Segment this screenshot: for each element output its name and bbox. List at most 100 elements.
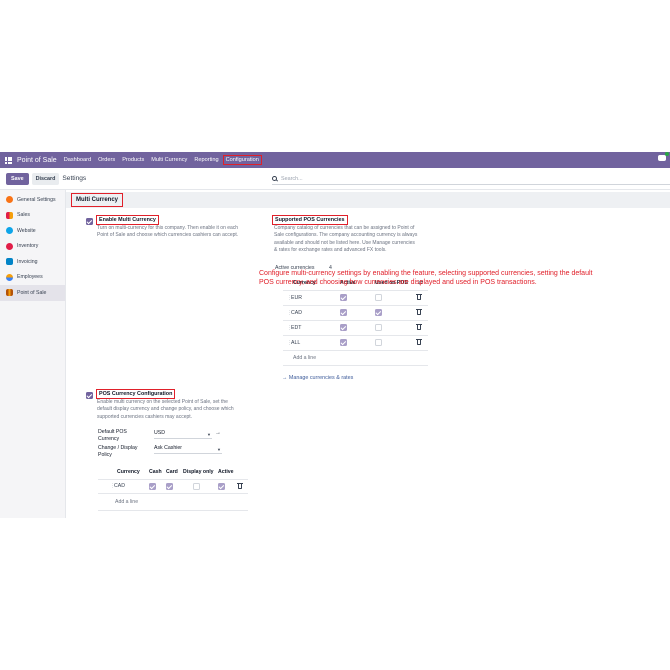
notification-dot	[665, 152, 669, 156]
cash-checkbox[interactable]	[149, 483, 156, 490]
label-line: Currency	[98, 436, 120, 443]
used-on-pos-checkbox[interactable]	[375, 324, 382, 331]
trash-icon[interactable]	[416, 323, 422, 330]
menu-configuration[interactable]: Configuration	[222, 155, 262, 165]
sidebar-item-inventory[interactable]: Inventory	[0, 239, 65, 255]
column-header-display-only[interactable]: Display only	[183, 469, 214, 475]
pos-currency-configuration-checkbox[interactable]	[86, 392, 93, 399]
table-row-currency[interactable]: CAD	[114, 483, 125, 489]
sidebar-item-point-of-sale[interactable]: Point of Sale	[0, 285, 65, 301]
section-header: Multi Currency	[66, 192, 670, 208]
add-line-button[interactable]: Add a line	[293, 355, 316, 361]
change-display-policy-select[interactable]: Ask Cashier ▼	[154, 445, 222, 454]
description-line: Turn on multi-currency for this company.…	[97, 225, 239, 231]
annotation-line: Configure multi-currency settings by ena…	[259, 270, 593, 277]
menu-orders[interactable]: Orders	[98, 157, 115, 163]
display-only-checkbox[interactable]	[193, 483, 200, 490]
manage-currencies-link[interactable]: → Manage currencies & rates	[282, 375, 353, 381]
sidebar-item-label: Point of Sale	[17, 289, 47, 296]
search-icon	[272, 176, 277, 181]
active-checkbox[interactable]	[340, 309, 347, 316]
pos-currency-configuration-description: Enable multi currency on the selected Po…	[97, 399, 234, 421]
card-checkbox[interactable]	[166, 483, 173, 490]
menu-products[interactable]: Products	[122, 157, 144, 163]
table-row-currency[interactable]: CAD	[291, 310, 302, 316]
label-line: Default POS	[98, 429, 127, 435]
app-name[interactable]: Point of Sale	[17, 157, 57, 164]
table-divider	[283, 305, 428, 306]
active-checkbox[interactable]	[340, 339, 347, 346]
apps-menu-icon[interactable]	[5, 156, 12, 164]
general-settings-icon	[6, 196, 13, 204]
inventory-icon	[6, 242, 13, 250]
sidebar-item-employees[interactable]: Employees	[0, 270, 65, 286]
app-window: Point of Sale Dashboard Orders Products …	[0, 152, 670, 518]
sidebar-item-label: Employees	[17, 274, 43, 281]
trash-icon[interactable]	[416, 293, 422, 300]
description-line: default display currency and change poli…	[97, 406, 234, 413]
description-line: Sale configurations. The company account…	[274, 232, 418, 239]
website-icon	[6, 227, 13, 235]
description-line: supported currencies cashiers may accept…	[97, 413, 193, 420]
sidebar-item-sales[interactable]: Sales	[0, 208, 65, 224]
discard-button[interactable]: Discard	[31, 172, 60, 185]
annotation-text: Configure multi-currency settings by ena…	[259, 270, 664, 287]
description-line: Enable multi currency on the selected Po…	[97, 399, 228, 405]
settings-sidebar: General Settings Sales Website Inventory…	[0, 190, 66, 518]
label-line: Change / Display	[98, 445, 138, 451]
sidebar-item-label: Inventory	[17, 243, 39, 250]
section-title: Multi Currency	[70, 193, 124, 207]
employees-icon	[6, 273, 13, 281]
table-row-currency[interactable]: EUR	[291, 295, 302, 301]
table-divider	[283, 320, 428, 321]
column-header-cash[interactable]: Cash	[149, 469, 162, 475]
sidebar-item-label: General Settings	[17, 196, 56, 203]
sidebar-item-general-settings[interactable]: General Settings	[0, 192, 65, 208]
description-line: Company catalog of currencies that can b…	[274, 225, 415, 231]
pos-currency-configuration-title: POS Currency Configuration	[95, 389, 176, 399]
used-on-pos-checkbox[interactable]	[375, 309, 382, 316]
active-checkbox[interactable]	[340, 294, 347, 301]
description-line: & rates for exchange rates and advanced …	[274, 247, 387, 254]
supported-pos-currencies-description: Company catalog of currencies that can b…	[274, 225, 417, 255]
table-divider	[283, 365, 428, 366]
column-header-card[interactable]: Card	[166, 469, 178, 475]
sales-icon	[6, 211, 13, 219]
used-on-pos-checkbox[interactable]	[375, 339, 382, 346]
search-input[interactable]: Search...	[272, 173, 670, 185]
sidebar-item-label: Website	[17, 227, 36, 234]
sidebar-item-invoicing[interactable]: Invoicing	[0, 254, 65, 270]
enable-multi-currency-checkbox[interactable]	[86, 218, 93, 225]
point-of-sale-icon	[6, 289, 13, 297]
active-checkbox[interactable]	[218, 483, 225, 490]
trash-icon[interactable]	[416, 338, 422, 345]
active-checkbox[interactable]	[340, 324, 347, 331]
search-placeholder: Search...	[281, 175, 303, 182]
trash-icon[interactable]	[416, 308, 422, 315]
default-pos-currency-select[interactable]: USD ▼	[154, 430, 212, 439]
sidebar-item-label: Sales	[17, 212, 30, 219]
save-button[interactable]: Save	[6, 172, 29, 185]
control-panel: Save Discard Settings Search...	[0, 168, 670, 190]
menu-reporting[interactable]: Reporting	[194, 157, 218, 163]
add-line-button[interactable]: Add a line	[115, 499, 138, 505]
used-on-pos-checkbox[interactable]	[375, 294, 382, 301]
column-header-currency[interactable]: Currency	[117, 469, 140, 475]
chat-icon[interactable]	[658, 152, 669, 161]
table-divider	[98, 479, 248, 480]
sidebar-item-website[interactable]: Website	[0, 223, 65, 239]
breadcrumb: Settings	[62, 175, 87, 182]
column-header-active[interactable]: Active	[218, 469, 234, 475]
table-row-currency[interactable]: ALL	[291, 340, 300, 346]
internal-link-arrow-icon[interactable]: →	[215, 430, 221, 436]
trash-icon[interactable]	[237, 482, 243, 489]
table-row-currency[interactable]: EDT	[291, 325, 301, 331]
label-line: Policy	[98, 452, 112, 459]
select-value: Ask Cashier	[154, 445, 182, 451]
menu-dashboard[interactable]: Dashboard	[64, 157, 91, 163]
menu-multi-currency[interactable]: Multi Currency	[151, 157, 187, 163]
top-navbar: Point of Sale Dashboard Orders Products …	[0, 152, 670, 168]
invoicing-icon	[6, 258, 13, 266]
table-divider	[283, 290, 428, 291]
chevron-down-icon: ▼	[207, 432, 211, 437]
